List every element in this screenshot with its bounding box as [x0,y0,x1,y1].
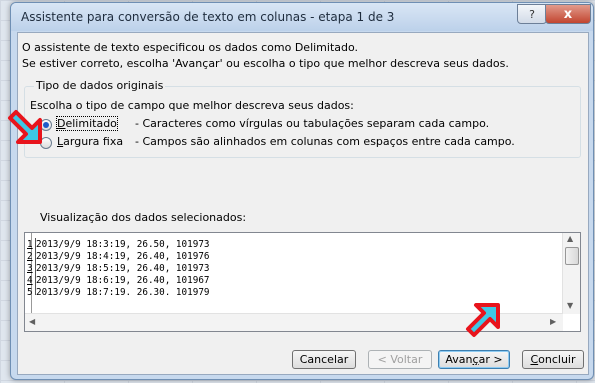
preview-row-number: 5 [27,286,36,295]
preview-row-text: 2013/9/9 18:3:19, 26.50, 101973 [36,239,210,250]
fixed-width-radio[interactable] [40,137,52,149]
scroll-left-arrow-icon[interactable]: ◀ [29,317,35,326]
finish-label-accel: C [530,353,539,366]
scroll-down-arrow-icon[interactable]: ▼ [567,301,573,310]
delimited-radio[interactable] [40,119,52,131]
intro-line-1: O assistente de texto especificou os dad… [22,41,359,54]
help-button[interactable]: ? [517,4,547,24]
fixed-width-description: - Campos são alinhados em colunas com es… [135,135,515,148]
next-button[interactable]: Avan ç ar > [438,350,510,369]
close-button[interactable]: x [545,4,591,24]
window-title: Assistente para conversão de texto em co… [21,10,395,24]
preview-label: Visualização dos dados selecionados: [40,211,247,224]
preview-row-text: 2013/9/9 18:6:19, 26.40, 101967 [36,275,210,286]
help-icon: ? [529,7,535,21]
scroll-right-arrow-icon[interactable]: ▶ [550,317,556,326]
vertical-scroll-thumb[interactable] [565,247,579,265]
delimited-label[interactable]: Delimitado [56,116,118,131]
original-type-group-label: Tipo de dados originais [34,79,166,92]
dialog-body: O assistente de texto especificou os dad… [17,32,589,375]
back-button[interactable]: < Voltar [368,350,432,369]
next-label-pre: Avan [445,353,473,366]
finish-button[interactable]: Concluir [522,350,584,369]
text-to-columns-dialog: Assistente para conversão de texto em co… [10,2,594,380]
preview-horizontal-scrollbar[interactable]: ◀ ▶ [25,313,563,331]
intro-line-2: Se estiver correto, escolha 'Avançar' ou… [22,57,509,70]
cancel-button[interactable]: Cancelar [292,350,356,369]
title-bar[interactable]: Assistente para conversão de texto em co… [11,3,593,31]
preview-row: 5 2013/9/9 18:7:19, 26.30, 101979 [25,286,210,295]
delimited-label-rest: elimitado [65,117,117,130]
preview-vertical-scrollbar[interactable]: ▲ ▼ [562,233,580,314]
field-type-prompt: Escolha o tipo de campo que melhor descr… [30,99,354,112]
close-icon: x [563,6,573,22]
data-preview[interactable]: 1 2013/9/9 18:3:19, 26.50, 101973 2 2013/9… [24,232,581,332]
delimited-description: - Caracteres como vírgulas ou tabulações… [135,117,490,130]
next-label-post: ar > [478,353,503,366]
scroll-up-arrow-icon[interactable]: ▲ [567,234,573,243]
finish-label-rest: oncluir [538,353,576,366]
preview-row-text: 2013/9/9 18:5:19, 26.40, 101973 [36,263,210,274]
preview-row-text: 2013/9/9 18:7:19, 26.30, 101979 [36,287,210,295]
fixed-width-label[interactable]: Largura fixa [57,135,123,148]
preview-row-text: 2013/9/9 18:4:19, 26.40, 101976 [36,251,210,262]
fixed-width-label-rest: argura fixa [63,135,124,148]
